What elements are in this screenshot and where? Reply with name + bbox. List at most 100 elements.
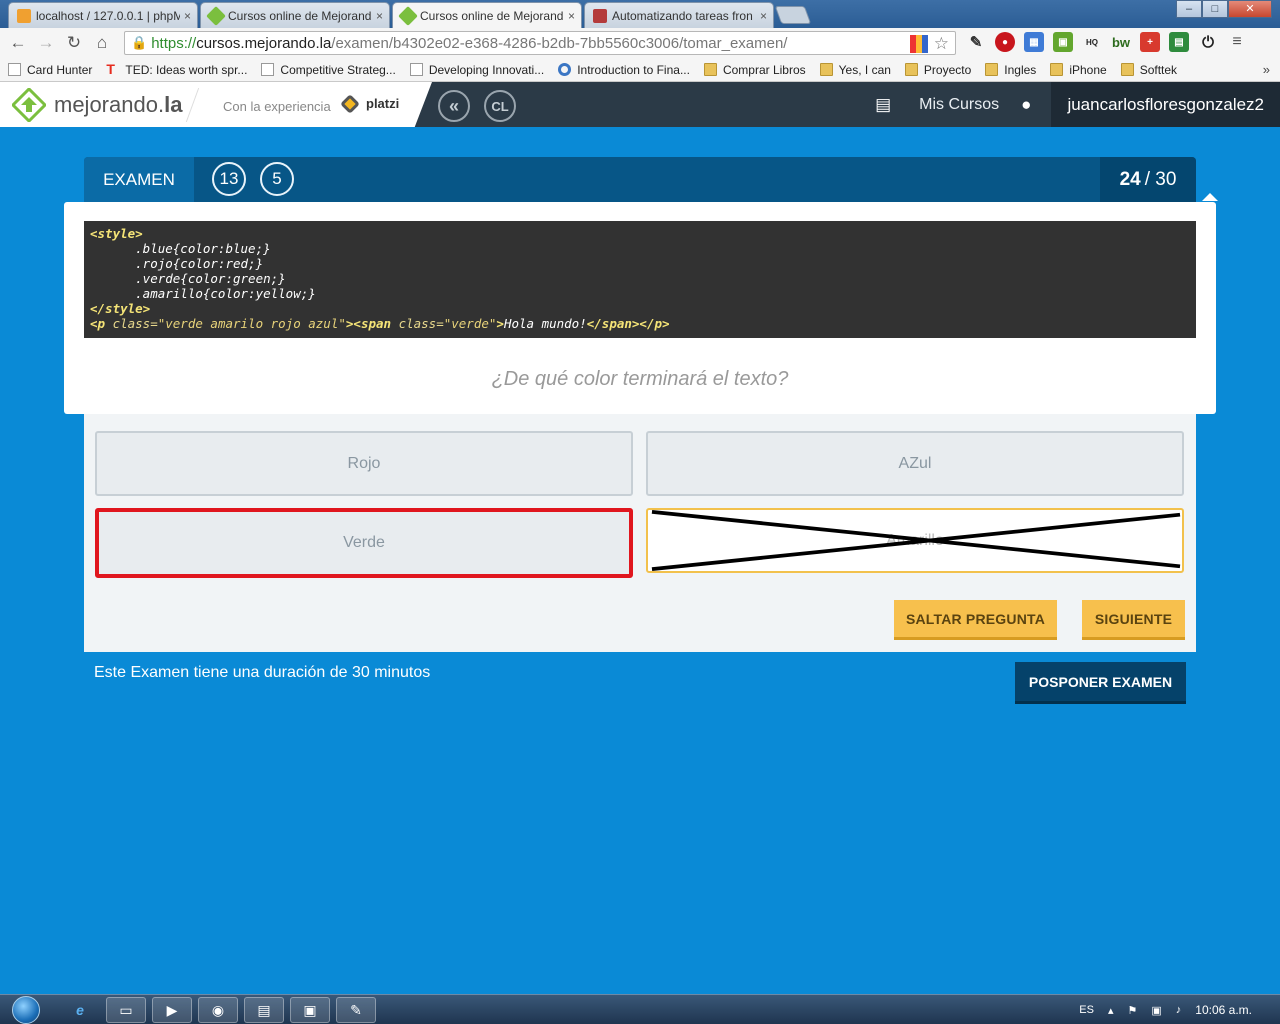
- new-tab-button[interactable]: [774, 6, 812, 24]
- browser-tab-1[interactable]: localhost / 127.0.0.1 | phpM ×: [8, 2, 198, 28]
- color-extension-icon[interactable]: [909, 35, 928, 53]
- screenshot-icon[interactable]: ▣: [1053, 32, 1073, 52]
- chrome-icon[interactable]: ◉: [198, 997, 238, 1023]
- bookmark-label: Introduction to Fina...: [577, 62, 690, 77]
- notebook-icon[interactable]: ▤: [875, 95, 891, 115]
- platzi-label: platzi: [366, 96, 400, 111]
- code-line: .amarillo{color:yellow;}: [90, 286, 1190, 301]
- file-explorer-icon[interactable]: ▭: [106, 997, 146, 1023]
- answer-option-amarillo[interactable]: Amarillo: [646, 508, 1184, 573]
- browser-tab-title: localhost / 127.0.0.1 | phpM: [36, 8, 180, 23]
- bookmarks-overflow-icon[interactable]: »: [1263, 62, 1270, 77]
- adblock-icon[interactable]: ●: [995, 32, 1015, 52]
- cloudhq-icon[interactable]: HQ: [1082, 32, 1102, 52]
- browser-tab-2[interactable]: Cursos online de Mejorand ×: [200, 2, 390, 28]
- browser-tab-title: Automatizando tareas fron: [612, 8, 753, 23]
- bookmark-folder[interactable]: Proyecto: [904, 63, 971, 77]
- bookmark-label: Developing Innovati...: [428, 62, 545, 77]
- bookmark-item[interactable]: Card Hunter: [8, 63, 92, 77]
- internet-explorer-icon[interactable]: e: [60, 997, 100, 1023]
- cl-button[interactable]: CL: [484, 90, 516, 122]
- bookmark-item[interactable]: Introduction to Fina...: [558, 63, 690, 77]
- answer-option-azul[interactable]: AZul: [646, 431, 1184, 496]
- tab-close-icon[interactable]: ×: [376, 9, 383, 23]
- bookmark-star-icon[interactable]: ☆: [934, 34, 949, 54]
- tab-close-icon[interactable]: ×: [760, 9, 767, 23]
- bookmark-folder[interactable]: Yes, I can: [819, 63, 891, 77]
- browser-tab-title: Cursos online de Mejorand: [420, 8, 564, 23]
- red-extension-icon[interactable]: +: [1140, 32, 1160, 52]
- code-token: "verde amarilo rojo azul": [157, 316, 346, 331]
- code-token: class=: [112, 316, 158, 331]
- bookmark-item[interactable]: Developing Innovati...: [409, 62, 545, 77]
- sheets-icon[interactable]: ▤: [1169, 32, 1189, 52]
- start-button[interactable]: [6, 995, 46, 1024]
- code-line: <style>: [90, 226, 1190, 241]
- back-course-button[interactable]: «: [438, 90, 470, 122]
- eyedropper-icon[interactable]: ✎: [966, 32, 986, 52]
- media-player-icon[interactable]: ▶: [152, 997, 192, 1023]
- next-button[interactable]: SIGUIENTE: [1082, 600, 1185, 640]
- bookmark-folder[interactable]: Comprar Libros: [703, 63, 806, 77]
- platzi-logo[interactable]: platzi: [340, 93, 400, 114]
- power-icon[interactable]: ⏻: [1198, 32, 1218, 52]
- code-token: </style>: [90, 301, 151, 316]
- bookmark-folder[interactable]: Ingles: [985, 63, 1036, 77]
- answer-option-verde[interactable]: Verde: [95, 508, 633, 578]
- exam-header: EXAMEN 13 5 24/ 30: [84, 157, 1196, 202]
- bookmark-folder[interactable]: Softtek: [1120, 63, 1177, 77]
- bookmark-folder[interactable]: iPhone: [1050, 63, 1107, 77]
- answers-panel: Rojo AZul Verde Amarillo SALTAR PREGUNTA…: [84, 414, 1196, 652]
- folder-icon: [703, 63, 717, 76]
- user-menu[interactable]: juancarlosfloresgonzalez2: [1051, 82, 1280, 127]
- counter-pointer: [1202, 193, 1218, 201]
- back-icon[interactable]: ←: [4, 33, 32, 53]
- bookmark-item[interactable]: Competitive Strateg...: [261, 62, 396, 77]
- volume-muted-icon[interactable]: ♪: [1176, 1004, 1182, 1016]
- maximize-icon[interactable]: □: [1202, 0, 1228, 18]
- lock-icon: 🔒: [131, 35, 148, 50]
- total-questions: / 30: [1144, 168, 1177, 190]
- chat-bubble-icon[interactable]: ●: [1021, 95, 1031, 115]
- forward-icon[interactable]: →: [32, 33, 60, 53]
- bookmark-item[interactable]: T TED: Ideas worth spr...: [106, 62, 247, 77]
- reload-icon[interactable]: ↻: [60, 33, 88, 53]
- paint-icon[interactable]: ✎: [336, 997, 376, 1023]
- action-center-icon[interactable]: ⚑: [1128, 1004, 1138, 1017]
- home-icon[interactable]: ⌂: [88, 33, 116, 53]
- bookmark-label: Card Hunter: [27, 62, 93, 77]
- mejorando-logo-icon[interactable]: [12, 88, 46, 122]
- clock[interactable]: 10:06 a.m.: [1195, 1003, 1252, 1017]
- mejorando-favicon-icon: [398, 5, 418, 26]
- folder-icon: [1050, 63, 1064, 76]
- language-indicator[interactable]: ES: [1079, 1004, 1094, 1016]
- header-nav: ▤ Mis Cursos ● juancarlosfloresgonzalez2: [875, 82, 1280, 127]
- minimize-icon[interactable]: –: [1176, 0, 1202, 18]
- code-line: <p class="verde amarilo rojo azul"><span…: [90, 316, 1190, 331]
- folder-icon: [1120, 63, 1134, 76]
- site-logo-text[interactable]: mejorando.la: [54, 92, 182, 118]
- browser-tab-3-active[interactable]: Cursos online de Mejorand ×: [392, 2, 582, 28]
- mejorando-favicon-icon: [206, 5, 226, 26]
- network-icon[interactable]: ▣: [1151, 1004, 1161, 1017]
- menu-icon[interactable]: ≡: [1227, 32, 1247, 52]
- window-close-icon[interactable]: ✕: [1228, 0, 1272, 18]
- bw-icon[interactable]: bw: [1111, 32, 1131, 52]
- tab-close-icon[interactable]: ×: [184, 9, 191, 23]
- browser-tab-4[interactable]: Automatizando tareas fron ×: [584, 2, 774, 28]
- postpone-exam-button[interactable]: POSPONER EXAMEN: [1015, 662, 1186, 704]
- tab-close-icon[interactable]: ×: [568, 9, 575, 23]
- skip-question-button[interactable]: SALTAR PREGUNTA: [894, 600, 1057, 640]
- url-path: /examen/b4302e02-e368-4286-b2db-7bb5560c…: [331, 34, 788, 52]
- mis-cursos-link[interactable]: Mis Cursos: [919, 96, 999, 114]
- answer-option-rojo[interactable]: Rojo: [95, 431, 633, 496]
- calendar-icon[interactable]: ▦: [1024, 32, 1044, 52]
- tray-expand-icon[interactable]: ▴: [1108, 1004, 1114, 1017]
- browser-tab-title: Cursos online de Mejorand: [228, 8, 372, 23]
- question-card: <style> .blue{color:blue;} .rojo{color:r…: [64, 202, 1216, 414]
- app-window-icon[interactable]: ▣: [290, 997, 330, 1023]
- windows-taskbar: e ▭ ▶ ◉ ▤ ▣ ✎ ES ▴ ⚑ ▣ ♪ 10:06 a.m.: [0, 994, 1280, 1024]
- address-bar[interactable]: 🔒 https:// cursos.mejorando.la /examen/b…: [124, 31, 956, 55]
- bookmark-label: Competitive Strateg...: [280, 62, 396, 77]
- notepad-icon[interactable]: ▤: [244, 997, 284, 1023]
